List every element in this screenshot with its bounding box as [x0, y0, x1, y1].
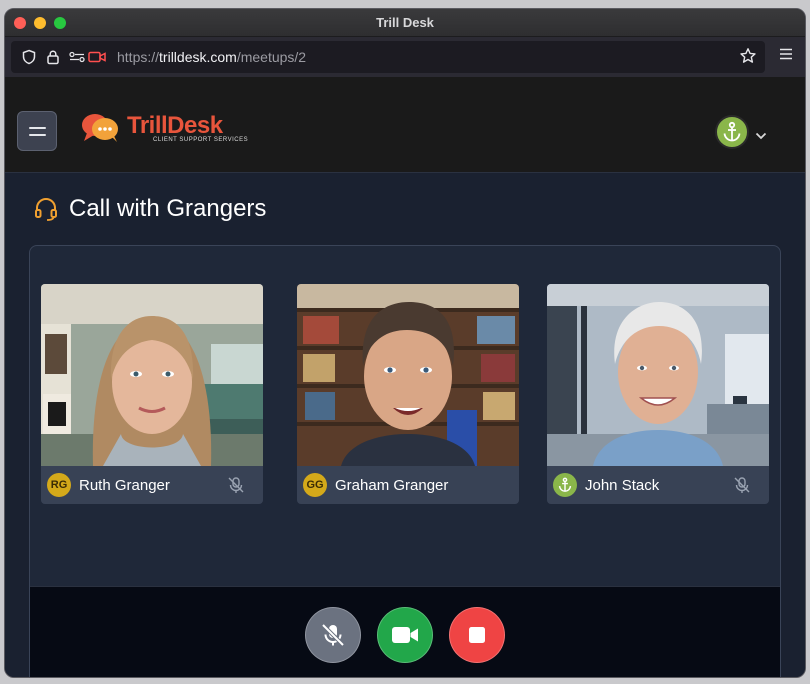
chevron-down-icon[interactable]	[755, 127, 767, 145]
mic-off-icon	[321, 623, 345, 647]
page-title-row: Call with Grangers	[33, 195, 266, 223]
page-title: Call with Grangers	[69, 195, 267, 222]
browser-window: Trill Desk https://trilldesk.com/meetups…	[4, 8, 806, 678]
sidebar-menu-button[interactable]	[17, 111, 57, 151]
url-prefix: https://	[117, 49, 160, 65]
hamburger-line	[28, 126, 46, 129]
participant-video	[41, 284, 263, 466]
participant-name: Ruth Granger	[79, 476, 170, 494]
end-call-button[interactable]	[449, 607, 505, 663]
participant-caption: John Stack	[547, 466, 769, 504]
participant-video	[547, 284, 769, 466]
participant-tile[interactable]: John Stack	[547, 284, 769, 504]
lock-icon[interactable]	[43, 47, 63, 67]
participant-initials: GG	[303, 473, 327, 497]
window-title: Trill Desk	[376, 15, 434, 30]
participant-caption: RG Ruth Granger	[41, 466, 263, 504]
call-controls	[30, 586, 780, 677]
participant-video	[297, 284, 519, 466]
logo-name: TrillDesk	[127, 112, 223, 139]
url-text[interactable]: https://trilldesk.com/meetups/2	[117, 49, 306, 65]
participant-name: John Stack	[585, 476, 660, 494]
browser-toolbar: https://trilldesk.com/meetups/2	[5, 37, 805, 77]
url-bar[interactable]: https://trilldesk.com/meetups/2	[11, 41, 765, 73]
browser-menu-icon[interactable]	[779, 47, 793, 65]
call-panel: RG Ruth Granger GG Graham Granger John S…	[29, 245, 781, 677]
video-camera-icon	[392, 627, 418, 643]
stop-icon	[469, 627, 485, 643]
camera-in-use-icon[interactable]	[87, 47, 107, 67]
participant-initials: RG	[47, 473, 71, 497]
title-bar: Trill Desk	[5, 9, 805, 37]
mic-muted-icon	[733, 476, 751, 499]
shield-icon[interactable]	[19, 47, 39, 67]
participant-name: Graham Granger	[335, 476, 449, 494]
url-path: /meetups/2	[236, 49, 307, 65]
logo-tagline: CLIENT SUPPORT SERVICES	[153, 137, 249, 143]
app-content: TrillDesk CLIENT SUPPORT SERVICES Call w…	[5, 77, 805, 677]
hamburger-line	[28, 133, 46, 136]
toggle-mic-button[interactable]	[305, 607, 361, 663]
user-avatar[interactable]	[715, 115, 749, 149]
anchor-icon	[558, 477, 572, 492]
app-header: TrillDesk CLIENT SUPPORT SERVICES	[5, 77, 805, 173]
trilldesk-logo[interactable]: TrillDesk CLIENT SUPPORT SERVICES	[81, 113, 248, 143]
url-host: trilldesk.com	[159, 49, 237, 65]
participant-tile[interactable]: RG Ruth Granger	[41, 284, 263, 504]
bookmark-star-icon[interactable]	[739, 47, 757, 70]
toggle-camera-button[interactable]	[377, 607, 433, 663]
anchor-icon	[723, 121, 741, 142]
chat-bubbles-icon	[82, 114, 118, 142]
participant-avatar	[553, 473, 577, 497]
mic-muted-icon	[227, 476, 245, 499]
participant-tile[interactable]: GG Graham Granger	[297, 284, 519, 504]
participant-caption: GG Graham Granger	[297, 466, 519, 504]
permissions-icon[interactable]	[67, 47, 87, 67]
headset-icon	[35, 198, 57, 221]
